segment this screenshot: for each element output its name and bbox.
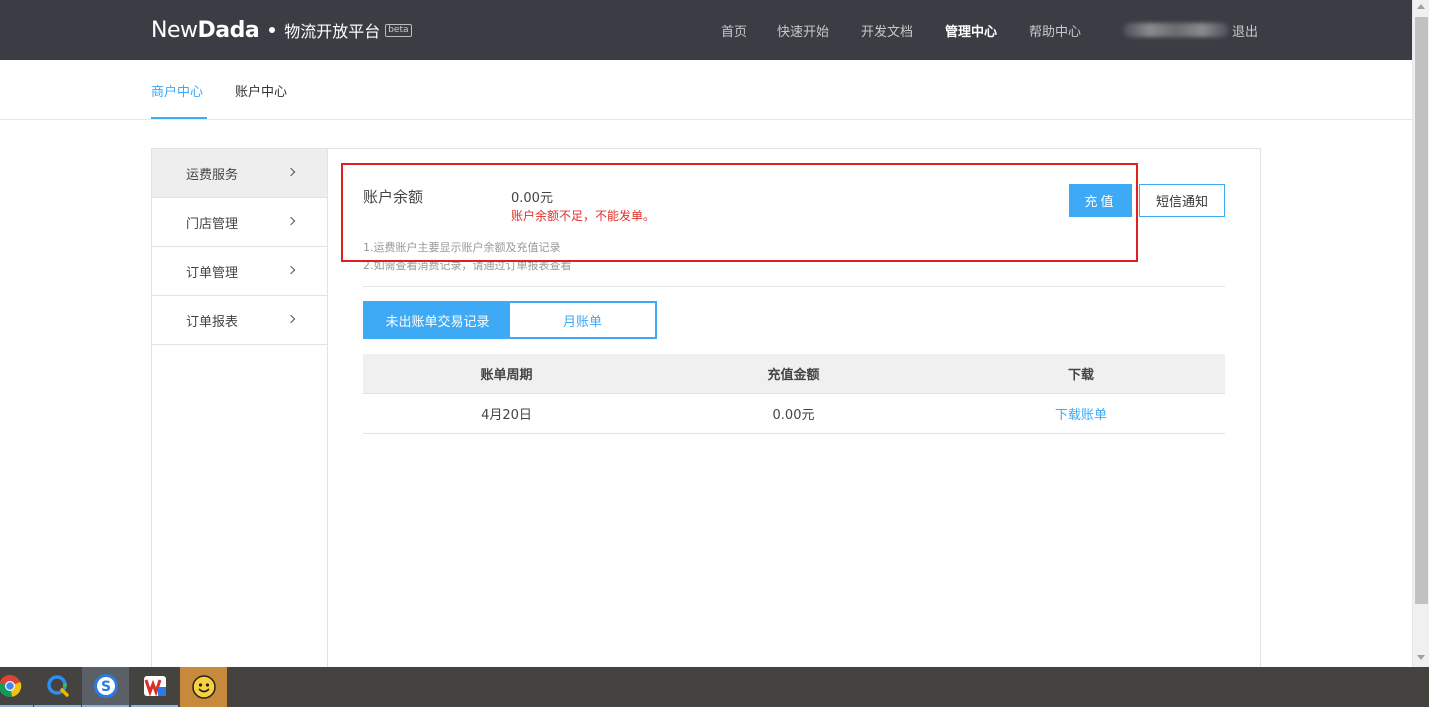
nav-dev-docs[interactable]: 开发文档 [861, 21, 913, 40]
wps-icon[interactable] [131, 667, 178, 707]
scroll-up-arrow-icon[interactable] [1417, 4, 1425, 9]
sidebar-item-label: 订单报表 [186, 314, 239, 330]
nav-home[interactable]: 首页 [721, 21, 747, 40]
os-taskbar: S [0, 667, 1429, 707]
chevron-right-icon [286, 314, 296, 324]
sidebar-item-label: 门店管理 [186, 216, 239, 232]
record-type-toggle: 未出账单交易记录 月账单 [363, 301, 657, 339]
logo-wordmark: NewDada [151, 17, 260, 43]
content-card: 运费服务 门店管理 订单管理 订单报表 账户余额 0.00元 账户余额不足，不能… [151, 148, 1261, 678]
sidebar-item-label: 运费服务 [186, 167, 239, 183]
beta-badge: beta [385, 23, 412, 37]
vertical-scrollbar[interactable] [1412, 0, 1429, 667]
highlight-annotation-box [341, 163, 1138, 262]
table-row: 4月20日 0.00元 下载账单 [363, 394, 1225, 434]
sub-navbar: 商户中心 账户中心 [0, 60, 1412, 120]
column-header-period: 账单周期 [480, 368, 533, 383]
sms-notification-button[interactable]: 短信通知 [1139, 184, 1225, 217]
logo-dot [269, 27, 276, 33]
logo[interactable]: NewDada 物流开放平台 beta [151, 16, 412, 44]
chevron-right-icon [286, 216, 296, 226]
qq-browser-icon[interactable] [34, 667, 81, 707]
logo-new-text: New [151, 17, 198, 43]
sidebar-item-store-management[interactable]: 门店管理 [152, 198, 327, 247]
active-tab-underline [151, 117, 207, 119]
sidebar: 运费服务 门店管理 订单管理 订单报表 [152, 149, 328, 677]
sogou-icon[interactable]: S [82, 667, 129, 707]
column-header-download: 下载 [1067, 368, 1094, 383]
tab-unbilled-transactions[interactable]: 未出账单交易记录 [365, 303, 510, 337]
tab-account-center[interactable]: 账户中心 [235, 81, 287, 100]
nav-help-center[interactable]: 帮助中心 [1029, 21, 1081, 40]
nav-management-center[interactable]: 管理中心 [945, 21, 997, 40]
divider [363, 286, 1225, 287]
top-navbar: NewDada 物流开放平台 beta 首页 快速开始 开发文档 管理中心 帮助… [0, 0, 1412, 60]
chevron-right-icon [286, 167, 296, 177]
tab-merchant-center[interactable]: 商户中心 [151, 81, 203, 100]
sidebar-item-order-management[interactable]: 订单管理 [152, 247, 327, 296]
cell-period: 4月20日 [481, 408, 532, 423]
chevron-right-icon [286, 265, 296, 275]
chrome-icon[interactable] [0, 667, 33, 707]
logout-link[interactable]: 退出 [1232, 21, 1258, 40]
sidebar-item-label: 订单管理 [186, 265, 239, 281]
logo-subtitle: 物流开放平台 [284, 22, 381, 41]
table-header: 账单周期 充值金额 下载 [363, 354, 1225, 394]
tab-monthly-bill[interactable]: 月账单 [510, 303, 655, 337]
logo-dada-text: Dada [197, 17, 260, 43]
scroll-down-arrow-icon[interactable] [1417, 655, 1425, 660]
column-header-amount: 充值金额 [767, 368, 820, 383]
svg-text:S: S [100, 679, 110, 695]
nav-quick-start[interactable]: 快速开始 [777, 21, 829, 40]
sidebar-item-freight-service[interactable]: 运费服务 [152, 149, 327, 198]
sidebar-item-order-report[interactable]: 订单报表 [152, 296, 327, 345]
username-blurred [1123, 23, 1229, 37]
download-bill-link[interactable]: 下载账单 [937, 394, 1225, 433]
scroll-thumb[interactable] [1415, 17, 1428, 604]
records-table: 账单周期 充值金额 下载 4月20日 0.00元 下载账单 [363, 354, 1225, 434]
qq-icon[interactable] [180, 667, 227, 707]
cell-amount: 0.00元 [772, 408, 815, 423]
